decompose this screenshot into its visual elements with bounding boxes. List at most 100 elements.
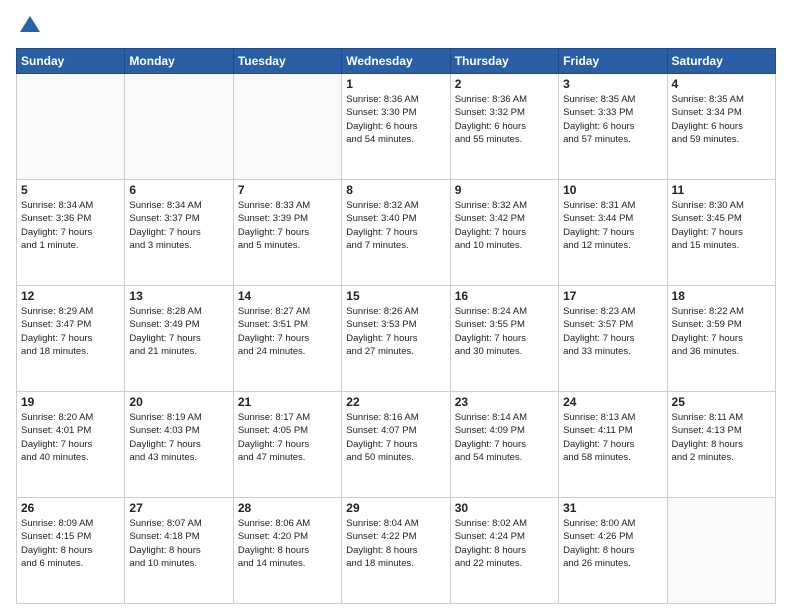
- day-info: Sunrise: 8:24 AM Sunset: 3:55 PM Dayligh…: [455, 305, 554, 358]
- day-number: 1: [346, 77, 445, 91]
- day-info: Sunrise: 8:33 AM Sunset: 3:39 PM Dayligh…: [238, 199, 337, 252]
- day-cell: 13Sunrise: 8:28 AM Sunset: 3:49 PM Dayli…: [125, 286, 233, 392]
- day-cell: 12 Sunrise: 8:29 AM Sunset: 3:47 PM Dayli…: [17, 286, 125, 392]
- day-number: 21: [238, 395, 337, 409]
- day-cell: [17, 74, 125, 180]
- weekday-header-saturday: Saturday: [667, 49, 775, 74]
- day-cell: 4Sunrise: 8:35 AM Sunset: 3:34 PM Daylig…: [667, 74, 775, 180]
- day-number: 31: [563, 501, 662, 515]
- day-number: 10: [563, 183, 662, 197]
- day-cell: 25 Sunrise: 8:11 AM Sunset: 4:13 PM Dayli…: [667, 392, 775, 498]
- day-info: Sunrise: 8:11 AM Sunset: 4:13 PM Dayligh…: [672, 411, 771, 464]
- day-info: Sunrise: 8:07 AM Sunset: 4:18 PM Dayligh…: [129, 517, 228, 570]
- day-cell: 30 Sunrise: 8:02 AM Sunset: 4:24 PM Dayli…: [450, 498, 558, 604]
- day-cell: 20 Sunrise: 8:19 AM Sunset: 4:03 PM Dayli…: [125, 392, 233, 498]
- day-info: Sunrise: 8:34 AM Sunset: 3:37 PM Dayligh…: [129, 199, 228, 252]
- day-info: Sunrise: 8:32 AM Sunset: 3:42 PM Dayligh…: [455, 199, 554, 252]
- day-cell: 29 Sunrise: 8:04 AM Sunset: 4:22 PM Dayli…: [342, 498, 450, 604]
- day-info: Sunrise: 8:31 AM Sunset: 3:44 PM Dayligh…: [563, 199, 662, 252]
- day-number: 14: [238, 289, 337, 303]
- day-cell: 14 Sunrise: 8:27 AM Sunset: 3:51 PM Dayli…: [233, 286, 341, 392]
- day-cell: 28 Sunrise: 8:06 AM Sunset: 4:20 PM Dayli…: [233, 498, 341, 604]
- day-cell: 2Sunrise: 8:36 AM Sunset: 3:32 PM Daylig…: [450, 74, 558, 180]
- day-cell: 6 Sunrise: 8:34 AM Sunset: 3:37 PM Daylig…: [125, 180, 233, 286]
- week-row-4: 19Sunrise: 8:20 AM Sunset: 4:01 PM Dayli…: [17, 392, 776, 498]
- day-number: 8: [346, 183, 445, 197]
- calendar-table: SundayMondayTuesdayWednesdayThursdayFrid…: [16, 48, 776, 604]
- day-cell: 16 Sunrise: 8:24 AM Sunset: 3:55 PM Dayli…: [450, 286, 558, 392]
- page: SundayMondayTuesdayWednesdayThursdayFrid…: [0, 0, 792, 612]
- day-number: 25: [672, 395, 771, 409]
- day-cell: 15Sunrise: 8:26 AM Sunset: 3:53 PM Dayli…: [342, 286, 450, 392]
- day-info: Sunrise: 8:27 AM Sunset: 3:51 PM Dayligh…: [238, 305, 337, 358]
- day-number: 26: [21, 501, 120, 515]
- week-row-1: 1 Sunrise: 8:36 AM Sunset: 3:30 PM Daylig…: [17, 74, 776, 180]
- day-number: 24: [563, 395, 662, 409]
- day-number: 28: [238, 501, 337, 515]
- day-cell: 27 Sunrise: 8:07 AM Sunset: 4:18 PM Dayli…: [125, 498, 233, 604]
- day-number: 13: [129, 289, 228, 303]
- day-info: Sunrise: 8:36 AM Sunset: 3:30 PM Dayligh…: [346, 93, 445, 146]
- day-info: Sunrise: 8:09 AM Sunset: 4:15 PM Dayligh…: [21, 517, 120, 570]
- weekday-header-monday: Monday: [125, 49, 233, 74]
- weekday-header-friday: Friday: [559, 49, 667, 74]
- day-info: Sunrise: 8:13 AM Sunset: 4:11 PM Dayligh…: [563, 411, 662, 464]
- day-info: Sunrise: 8:32 AM Sunset: 3:40 PM Dayligh…: [346, 199, 445, 252]
- day-info: Sunrise: 8:19 AM Sunset: 4:03 PM Dayligh…: [129, 411, 228, 464]
- day-number: 23: [455, 395, 554, 409]
- day-number: 19: [21, 395, 120, 409]
- day-info: Sunrise: 8:23 AM Sunset: 3:57 PM Dayligh…: [563, 305, 662, 358]
- day-info: Sunrise: 8:16 AM Sunset: 4:07 PM Dayligh…: [346, 411, 445, 464]
- day-number: 4: [672, 77, 771, 91]
- day-number: 9: [455, 183, 554, 197]
- day-number: 12: [21, 289, 120, 303]
- day-cell: 18Sunrise: 8:22 AM Sunset: 3:59 PM Dayli…: [667, 286, 775, 392]
- day-number: 17: [563, 289, 662, 303]
- week-row-5: 26 Sunrise: 8:09 AM Sunset: 4:15 PM Dayli…: [17, 498, 776, 604]
- day-info: Sunrise: 8:30 AM Sunset: 3:45 PM Dayligh…: [672, 199, 771, 252]
- day-cell: 11 Sunrise: 8:30 AM Sunset: 3:45 PM Dayli…: [667, 180, 775, 286]
- day-info: Sunrise: 8:02 AM Sunset: 4:24 PM Dayligh…: [455, 517, 554, 570]
- day-cell: [667, 498, 775, 604]
- logo-icon: [16, 12, 44, 40]
- day-cell: 31 Sunrise: 8:00 AM Sunset: 4:26 PM Dayli…: [559, 498, 667, 604]
- day-cell: 9 Sunrise: 8:32 AM Sunset: 3:42 PM Daylig…: [450, 180, 558, 286]
- logo: [16, 12, 48, 40]
- day-info: Sunrise: 8:34 AM Sunset: 3:36 PM Dayligh…: [21, 199, 120, 252]
- day-number: 16: [455, 289, 554, 303]
- day-cell: 5Sunrise: 8:34 AM Sunset: 3:36 PM Daylig…: [17, 180, 125, 286]
- day-info: Sunrise: 8:22 AM Sunset: 3:59 PM Dayligh…: [672, 305, 771, 358]
- day-number: 30: [455, 501, 554, 515]
- day-cell: [125, 74, 233, 180]
- day-cell: 26 Sunrise: 8:09 AM Sunset: 4:15 PM Dayli…: [17, 498, 125, 604]
- day-number: 27: [129, 501, 228, 515]
- day-number: 6: [129, 183, 228, 197]
- week-row-3: 12 Sunrise: 8:29 AM Sunset: 3:47 PM Dayli…: [17, 286, 776, 392]
- day-cell: 22 Sunrise: 8:16 AM Sunset: 4:07 PM Dayli…: [342, 392, 450, 498]
- day-info: Sunrise: 8:06 AM Sunset: 4:20 PM Dayligh…: [238, 517, 337, 570]
- day-info: Sunrise: 8:04 AM Sunset: 4:22 PM Dayligh…: [346, 517, 445, 570]
- day-info: Sunrise: 8:14 AM Sunset: 4:09 PM Dayligh…: [455, 411, 554, 464]
- day-cell: 24 Sunrise: 8:13 AM Sunset: 4:11 PM Dayli…: [559, 392, 667, 498]
- day-cell: 10 Sunrise: 8:31 AM Sunset: 3:44 PM Dayli…: [559, 180, 667, 286]
- day-info: Sunrise: 8:26 AM Sunset: 3:53 PM Dayligh…: [346, 305, 445, 358]
- day-number: 22: [346, 395, 445, 409]
- day-cell: 17 Sunrise: 8:23 AM Sunset: 3:57 PM Dayli…: [559, 286, 667, 392]
- day-info: Sunrise: 8:29 AM Sunset: 3:47 PM Dayligh…: [21, 305, 120, 358]
- weekday-header-sunday: Sunday: [17, 49, 125, 74]
- day-cell: 1 Sunrise: 8:36 AM Sunset: 3:30 PM Daylig…: [342, 74, 450, 180]
- day-cell: 8 Sunrise: 8:32 AM Sunset: 3:40 PM Daylig…: [342, 180, 450, 286]
- weekday-header-row: SundayMondayTuesdayWednesdayThursdayFrid…: [17, 49, 776, 74]
- day-number: 20: [129, 395, 228, 409]
- day-cell: 23 Sunrise: 8:14 AM Sunset: 4:09 PM Dayli…: [450, 392, 558, 498]
- day-number: 29: [346, 501, 445, 515]
- day-cell: 3Sunrise: 8:35 AM Sunset: 3:33 PM Daylig…: [559, 74, 667, 180]
- day-number: 7: [238, 183, 337, 197]
- weekday-header-wednesday: Wednesday: [342, 49, 450, 74]
- week-row-2: 5Sunrise: 8:34 AM Sunset: 3:36 PM Daylig…: [17, 180, 776, 286]
- day-info: Sunrise: 8:00 AM Sunset: 4:26 PM Dayligh…: [563, 517, 662, 570]
- day-cell: 7 Sunrise: 8:33 AM Sunset: 3:39 PM Daylig…: [233, 180, 341, 286]
- header: [16, 12, 776, 40]
- day-cell: 19Sunrise: 8:20 AM Sunset: 4:01 PM Dayli…: [17, 392, 125, 498]
- day-number: 11: [672, 183, 771, 197]
